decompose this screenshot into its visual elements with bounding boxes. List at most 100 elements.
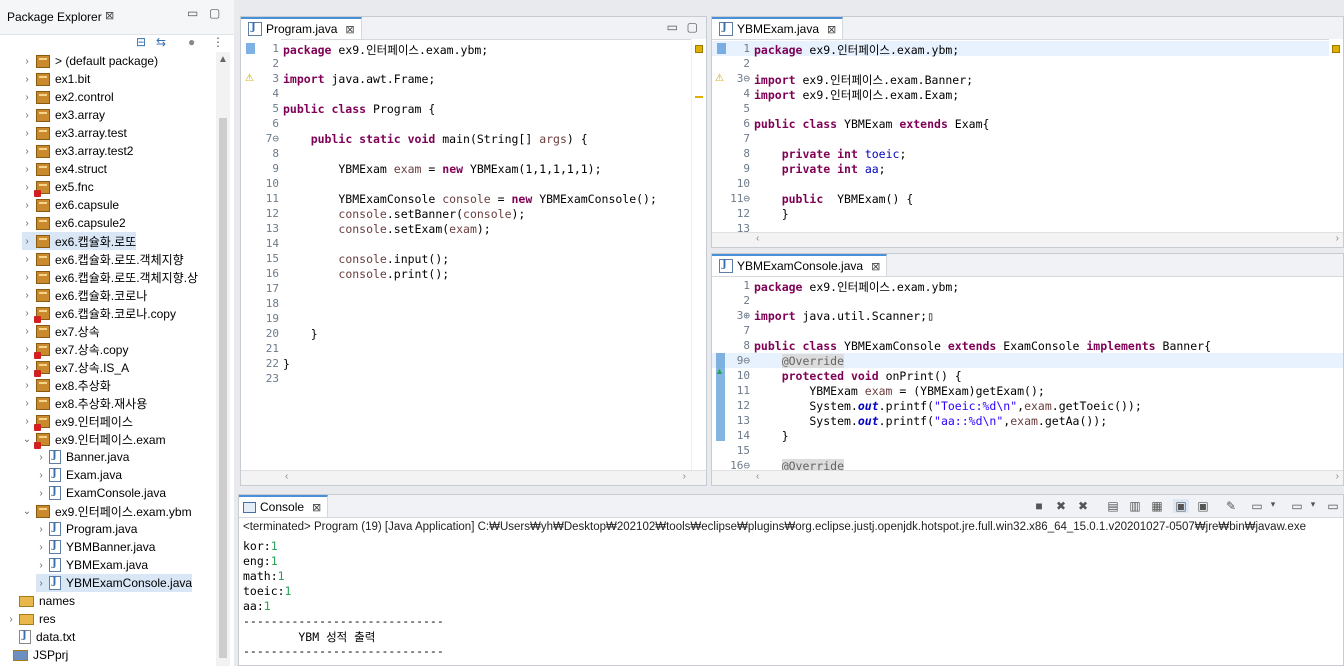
horizontal-scrollbar[interactable]: ‹ › [712,232,1343,247]
code-line[interactable]: package ex9.인터페이스.exam.ybm; [283,42,488,58]
chevron-right-icon[interactable]: › [22,416,32,427]
code-line[interactable]: package ex9.인터페이스.exam.ybm; [754,279,959,295]
tree-package[interactable]: › ex3.array [22,106,105,124]
chevron-right-icon[interactable]: › [22,344,32,355]
chevron-down-icon[interactable]: ▾ [1265,499,1281,513]
horizontal-scrollbar[interactable]: ‹ › [712,470,1343,485]
code-line[interactable]: System.out.printf("Toeic:%d\n",exam.getT… [754,399,1141,413]
show-stderr-icon[interactable]: ▣ [1195,499,1211,513]
scroll-right-icon[interactable]: › [1336,471,1339,482]
chevron-down-icon[interactable]: ⌄ [22,434,32,445]
close-icon[interactable]: ⊠ [105,9,114,22]
scroll-left-icon[interactable]: ‹ [756,233,759,244]
code-line[interactable]: } [283,357,290,371]
code-line[interactable]: YBMExam exam = new YBMExam(1,1,1,1,1); [283,162,601,176]
remove-launch-icon[interactable]: ✖ [1053,499,1069,513]
code-line[interactable]: import java.awt.Frame; [283,72,435,86]
chevron-right-icon[interactable]: › [22,326,32,337]
tab-console[interactable]: Console ⊠ [239,495,329,517]
tree-java-file[interactable]: › YBMBanner.java [36,538,155,556]
code-line[interactable]: import java.util.Scanner;▯ [754,309,934,323]
clear-console-icon[interactable]: ▤ [1105,499,1121,513]
tree-package[interactable]: › ex7.상속.copy [22,340,128,359]
code-line[interactable]: protected void onPrint() { [754,369,962,383]
scroll-right-icon[interactable]: › [683,471,686,482]
chevron-right-icon[interactable]: › [22,182,32,193]
tree-package[interactable]: › ex2.control [22,88,113,106]
tab-ybmexam-java[interactable]: YBMExam.java ⊠ [712,17,844,39]
terminate-icon[interactable]: ■ [1031,499,1047,513]
remove-all-terminated-icon[interactable]: ✖ [1075,499,1091,513]
minimize-icon[interactable]: ▭ [187,6,198,20]
code-line[interactable]: console.input(); [283,252,449,266]
code-area[interactable]: 1 package ex9.인터페이스.exam.ybm; 2 3⊕ import ja… [726,276,1326,472]
tree-package[interactable]: › ex4.struct [22,160,107,178]
horizontal-scrollbar[interactable]: ‹ › [241,470,706,485]
chevron-right-icon[interactable]: › [22,110,32,121]
code-line[interactable]: package ex9.인터페이스.exam.ybm; [754,42,959,58]
chevron-right-icon[interactable]: › [22,128,32,139]
warning-marker[interactable] [1332,45,1340,53]
code-line[interactable]: YBMExamConsole console = new YBMExamCons… [283,192,657,206]
chevron-right-icon[interactable]: › [36,488,46,499]
chevron-right-icon[interactable]: › [36,452,46,463]
tree-package[interactable]: › ex6.capsule [22,196,119,214]
console-output[interactable]: kor:1 eng:1 math:1 toeic:1 aa:1 -------------… [239,539,1329,665]
chevron-right-icon[interactable]: › [36,578,46,589]
tree-java-file[interactable]: › ExamConsole.java [36,484,166,502]
tree-package[interactable]: › ex9.인터페이스 [22,412,133,431]
scroll-lock-icon[interactable]: ▥ [1127,499,1143,513]
tree-java-file[interactable]: › Program.java [36,520,137,538]
warning-marker[interactable] [695,45,703,53]
view-menu-icon[interactable]: ⋮ [212,35,224,49]
package-explorer-title[interactable]: Package Explorer [7,10,102,24]
chevron-right-icon[interactable]: › [22,74,32,85]
close-icon[interactable]: ⊠ [312,501,321,514]
chevron-right-icon[interactable]: › [22,254,32,265]
code-line[interactable]: } [754,429,789,443]
code-line[interactable]: public class YBMExamConsole extends Exam… [754,339,1211,353]
minimize-icon[interactable]: ▭ [1325,499,1341,513]
link-editor-icon[interactable]: ⇆ [156,35,166,49]
chevron-right-icon[interactable]: › [22,218,32,229]
tree-package[interactable]: › ex8.추상화.재사용 [22,394,147,412]
open-console-icon[interactable]: ▭ [1289,499,1305,513]
code-line[interactable]: System.out.printf("aa::%d\n",exam.getAa(… [754,414,1107,428]
tree-package[interactable]: › ex7.상속 [22,322,100,340]
tab-program-java[interactable]: Program.java ⊠ [241,17,362,39]
chevron-right-icon[interactable]: › [22,272,32,283]
tree-java-file[interactable]: › YBMExamConsole.java [36,574,193,592]
word-wrap-icon[interactable]: ▦ [1149,499,1165,513]
code-line[interactable]: @Override [754,354,845,368]
code-line[interactable]: public class Program { [283,102,435,116]
warning-icon[interactable]: ⚠ [245,73,254,84]
code-area[interactable]: 1 package ex9.인터페이스.exam.ybm; 2 3 import jav… [255,39,675,459]
collapse-all-icon[interactable]: ⊟ [136,35,146,49]
code-line[interactable]: } [754,207,789,221]
close-icon[interactable]: ⊠ [827,23,836,36]
scroll-thumb[interactable] [219,118,227,658]
code-line[interactable]: console.print(); [283,267,449,281]
chevron-right-icon[interactable]: › [22,398,32,409]
tree-item[interactable]: JSPprj [0,646,68,664]
code-area[interactable]: 1 package ex9.인터페이스.exam.ybm; 2 3⊖ import ex… [726,39,1326,234]
chevron-right-icon[interactable]: › [22,92,32,103]
scroll-right-icon[interactable]: › [1336,233,1339,244]
chevron-right-icon[interactable]: › [36,524,46,535]
chevron-right-icon[interactable]: › [22,236,32,247]
code-line[interactable]: console.setBanner(console); [283,207,525,221]
tree-package[interactable]: › ex8.추상화 [22,376,111,394]
code-line[interactable]: private int toeic; [754,147,907,161]
tree-package[interactable]: › ex6.capsule2 [22,214,125,232]
code-line[interactable]: public static void main(String[] args) { [283,132,588,146]
chevron-right-icon[interactable]: › [36,560,46,571]
tree-package[interactable]: ⌄ ex9.인터페이스.exam.ybm [22,502,192,520]
display-console-icon[interactable]: ▭ [1249,499,1265,513]
maximize-icon[interactable]: ▢ [209,6,220,20]
chevron-right-icon[interactable]: › [22,380,32,391]
tree-package[interactable]: › > (default package) [22,52,158,70]
chevron-right-icon[interactable]: › [22,290,32,301]
tree-package[interactable]: › ex5.fnc [22,178,94,197]
chevron-right-icon[interactable]: › [22,200,32,211]
chevron-right-icon[interactable]: › [36,542,46,553]
